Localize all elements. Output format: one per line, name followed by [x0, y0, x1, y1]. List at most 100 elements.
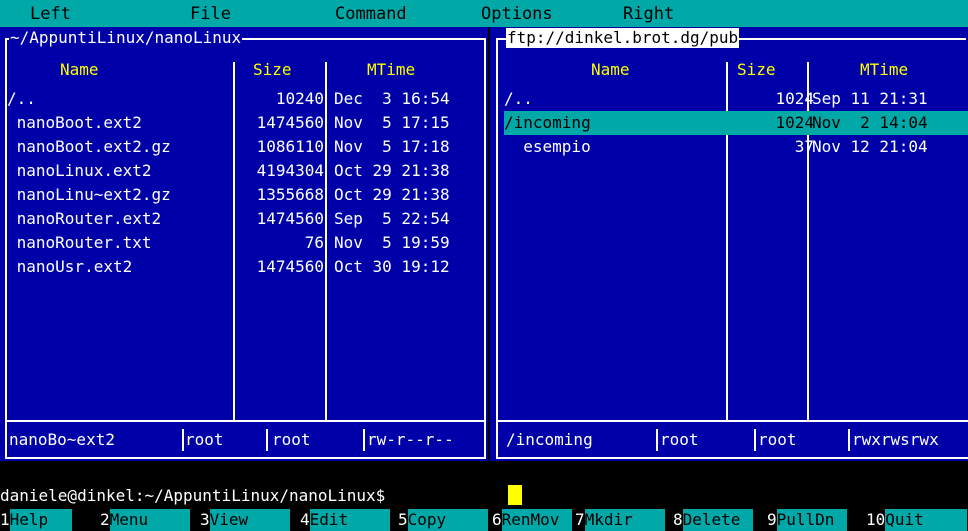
file-mtime: Sep 5 22:54	[334, 209, 450, 228]
panel-border	[496, 457, 968, 459]
mini-status-perm: rw-r--r--	[367, 430, 454, 449]
function-key-bar: 1Help 2Menu 3View 4Edit 5Copy 6RenMov 7M…	[0, 509, 968, 531]
panel-border	[5, 457, 486, 459]
column-header-size[interactable]: Size	[253, 60, 292, 80]
file-mtime: Nov 12 21:04	[812, 137, 928, 156]
file-mtime: Oct 29 21:38	[334, 185, 450, 204]
mini-status-name: nanoBo~ext2	[9, 430, 115, 449]
key-number: 10	[866, 510, 886, 529]
column-header-size[interactable]: Size	[737, 60, 776, 80]
mini-status-owner: root	[185, 430, 224, 449]
mini-status-perm: rwxrwsrwx	[852, 430, 939, 449]
key-menu[interactable]: 2Menu	[100, 509, 190, 531]
footer-separator	[848, 429, 850, 451]
file-name: nanoLinux.ext2	[7, 161, 152, 180]
panel-divider	[496, 420, 968, 422]
menu-command[interactable]: Command	[335, 4, 407, 24]
key-label: PullDn	[776, 509, 847, 531]
key-help[interactable]: 1Help	[0, 509, 72, 531]
file-size: 1474560	[256, 209, 324, 228]
file-row[interactable]: nanoLinux.ext2 4194304 Oct 29 21:38	[7, 159, 484, 183]
key-label: Copy	[407, 509, 488, 531]
mini-status-owner: root	[660, 430, 699, 449]
file-size: 37	[794, 137, 814, 156]
key-quit[interactable]: 10Quit	[866, 509, 968, 531]
file-size: 1086110	[256, 137, 324, 156]
command-prompt[interactable]: daniele@dinkel:~/AppuntiLinux/nanoLinux$	[0, 485, 385, 507]
key-label: Help	[9, 509, 72, 531]
file-size: 1024	[775, 89, 814, 108]
file-name: nanoUsr.ext2	[7, 257, 133, 276]
key-label: Mkdir	[584, 509, 665, 531]
file-row[interactable]: nanoUsr.ext2 1474560 Oct 30 19:12	[7, 255, 484, 279]
column-header-name[interactable]: Name	[60, 60, 99, 80]
key-number: 9	[767, 510, 777, 529]
file-size: 1355668	[256, 185, 324, 204]
file-size: 1474560	[256, 257, 324, 276]
mini-status-group: root	[758, 430, 797, 449]
footer-separator	[656, 429, 658, 451]
key-number: 5	[398, 510, 408, 529]
file-row[interactable]: nanoLinu~ext2.gz 1355668 Oct 29 21:38	[7, 183, 484, 207]
file-row[interactable]: /.. 1024 Sep 11 21:31	[504, 87, 968, 111]
file-mtime: Sep 11 21:31	[812, 89, 928, 108]
key-view[interactable]: 3View	[200, 509, 290, 531]
column-header-mtime[interactable]: MTime	[367, 60, 415, 80]
file-name: /incoming	[504, 113, 591, 132]
key-label: Edit	[309, 509, 390, 531]
key-pulldn[interactable]: 9PullDn	[767, 509, 847, 531]
file-row[interactable]: /.. 10240 Dec 3 16:54	[7, 87, 484, 111]
key-label: Menu	[109, 509, 190, 531]
file-row[interactable]: esempio 37 Nov 12 21:04	[504, 135, 968, 159]
file-mtime: Nov 5 19:59	[334, 233, 450, 252]
file-row-selected[interactable]: /incoming 1024 Nov 2 14:04	[504, 111, 968, 135]
menu-left[interactable]: Left	[30, 4, 71, 24]
key-mkdir[interactable]: 7Mkdir	[575, 509, 665, 531]
file-name: /..	[504, 89, 533, 108]
file-name: nanoBoot.ext2	[7, 113, 142, 132]
file-mtime: Nov 5 17:18	[334, 137, 450, 156]
file-size: 10240	[275, 89, 324, 108]
text-cursor	[508, 485, 522, 505]
menu-right[interactable]: Right	[623, 4, 674, 24]
file-row[interactable]: nanoRouter.txt 76 Nov 5 19:59	[7, 231, 484, 255]
key-label: Delete	[682, 509, 753, 531]
key-number: 8	[673, 510, 683, 529]
file-row[interactable]: nanoBoot.ext2 1474560 Nov 5 17:15	[7, 111, 484, 135]
file-mtime: Oct 30 19:12	[334, 257, 450, 276]
key-delete[interactable]: 8Delete	[673, 509, 753, 531]
key-copy[interactable]: 5Copy	[398, 509, 488, 531]
right-panel[interactable]: ftp://dinkel.brot.dg/pub Name Size MTime…	[490, 27, 968, 461]
panel-path: ~/AppuntiLinux/nanoLinux	[9, 28, 243, 48]
key-number: 4	[300, 510, 310, 529]
file-name: esempio	[504, 137, 591, 156]
key-number: 6	[492, 510, 502, 529]
column-header-mtime[interactable]: MTime	[860, 60, 908, 80]
file-row[interactable]: nanoBoot.ext2.gz 1086110 Nov 5 17:18	[7, 135, 484, 159]
menu-file[interactable]: File	[190, 4, 231, 24]
file-name: nanoRouter.ext2	[7, 209, 162, 228]
key-renmov[interactable]: 6RenMov	[492, 509, 572, 531]
file-mtime: Nov 2 14:04	[812, 113, 928, 132]
footer-separator	[754, 429, 756, 451]
file-mtime: Dec 3 16:54	[334, 89, 450, 108]
file-name: nanoLinu~ext2.gz	[7, 185, 171, 204]
menu-options[interactable]: Options	[481, 4, 553, 24]
key-number: 2	[100, 510, 110, 529]
footer-separator	[182, 429, 184, 451]
key-edit[interactable]: 4Edit	[300, 509, 390, 531]
file-mtime: Nov 5 17:15	[334, 113, 450, 132]
file-row[interactable]: nanoRouter.ext2 1474560 Sep 5 22:54	[7, 207, 484, 231]
left-panel[interactable]: ~/AppuntiLinux/nanoLinux Name Size MTime…	[0, 27, 488, 461]
file-name: /..	[7, 89, 36, 108]
menu-bar: Left File Command Options Right	[0, 0, 968, 27]
column-header-name[interactable]: Name	[591, 60, 630, 80]
file-name: nanoRouter.txt	[7, 233, 152, 252]
file-size: 76	[304, 233, 324, 252]
file-size: 1024	[775, 113, 814, 132]
key-number: 1	[0, 510, 10, 529]
mini-status-group: root	[272, 430, 311, 449]
footer-separator	[363, 429, 365, 451]
mini-status-name: /incoming	[506, 430, 593, 449]
panel-border	[484, 38, 486, 459]
